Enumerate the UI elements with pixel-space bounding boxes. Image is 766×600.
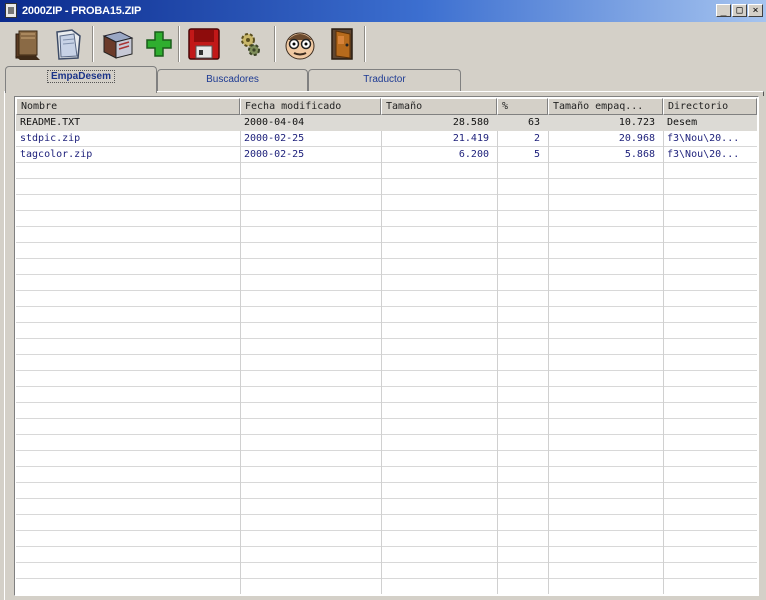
cell-fecha: 2000-04-04 [244,117,305,128]
table-row[interactable]: README.TXT 2000-04-04 28.580 63 10.723 D… [16,115,757,131]
toolbar-separator [92,26,94,62]
cell-tamano: 28.580 [452,117,489,128]
cell-directorio: f3\Nou\20... [667,149,740,160]
tab-bar: EmpaDesem Buscadores Traductor [0,66,766,93]
column-header-fecha[interactable]: Fecha modificado [240,98,381,115]
gears-icon[interactable] [232,26,268,62]
view-book-icon[interactable] [100,26,136,62]
tab-label: Traductor [363,74,406,85]
book-open-icon[interactable] [10,26,46,62]
toolbar-separator [364,26,366,62]
cell-tamano-empaq: 10.723 [618,117,655,128]
save-disk-icon[interactable] [186,26,222,62]
folder-open-icon[interactable] [50,26,86,62]
maximize-button[interactable]: □ [732,4,747,17]
tab-empadesem[interactable]: EmpaDesem [5,66,157,93]
cell-directorio: f3\Nou\20... [667,133,740,144]
close-button[interactable]: × [748,4,763,17]
cell-directorio: Desem [667,117,698,128]
app-window: 2000ZIP - PROBA15.ZIP _ □ × EmpaDesem Bu… [0,0,766,600]
minimize-button[interactable]: _ [716,4,731,17]
file-list[interactable]: Nombre Fecha modificado Tamaño % Tamaño … [14,96,759,596]
cell-percent: 2 [533,133,540,144]
cell-tamano-empaq: 20.968 [618,133,655,144]
cell-nombre: tagcolor.zip [20,149,93,160]
cell-fecha: 2000-02-25 [244,133,305,144]
cell-nombre: README.TXT [20,117,81,128]
cell-fecha: 2000-02-25 [244,149,305,160]
tab-label: EmpaDesem [46,70,116,83]
window-title: 2000ZIP - PROBA15.ZIP [22,5,142,17]
column-header-nombre[interactable]: Nombre [16,98,240,115]
cell-nombre: stdpic.zip [20,133,81,144]
toolbar-separator [178,26,180,62]
list-body [16,115,757,594]
add-icon[interactable] [142,26,178,62]
column-header-tamano-empaq[interactable]: Tamaño empaq... [548,98,663,115]
tab-label: Buscadores [206,74,259,85]
table-row[interactable]: tagcolor.zip 2000-02-25 6.200 5 5.868 f3… [16,147,757,163]
cell-tamano: 21.419 [452,133,489,144]
cell-percent: 63 [527,117,540,128]
exit-door-icon[interactable] [324,26,360,62]
help-face-icon[interactable] [282,26,318,62]
cell-tamano: 6.200 [458,149,489,160]
cell-tamano-empaq: 5.868 [624,149,655,160]
window-right-edge [760,96,766,600]
column-header-directorio[interactable]: Directorio [663,98,757,115]
title-bar[interactable]: 2000ZIP - PROBA15.ZIP _ □ × [0,0,766,22]
column-header-percent[interactable]: % [497,98,548,115]
tab-traductor[interactable]: Traductor [308,69,461,91]
app-icon[interactable] [5,3,17,18]
table-row[interactable]: stdpic.zip 2000-02-25 21.419 2 20.968 f3… [16,131,757,147]
tab-buscadores[interactable]: Buscadores [157,69,308,91]
list-header: Nombre Fecha modificado Tamaño % Tamaño … [16,98,757,115]
column-header-tamano[interactable]: Tamaño [381,98,497,115]
toolbar-separator [274,26,276,62]
cell-percent: 5 [533,149,540,160]
